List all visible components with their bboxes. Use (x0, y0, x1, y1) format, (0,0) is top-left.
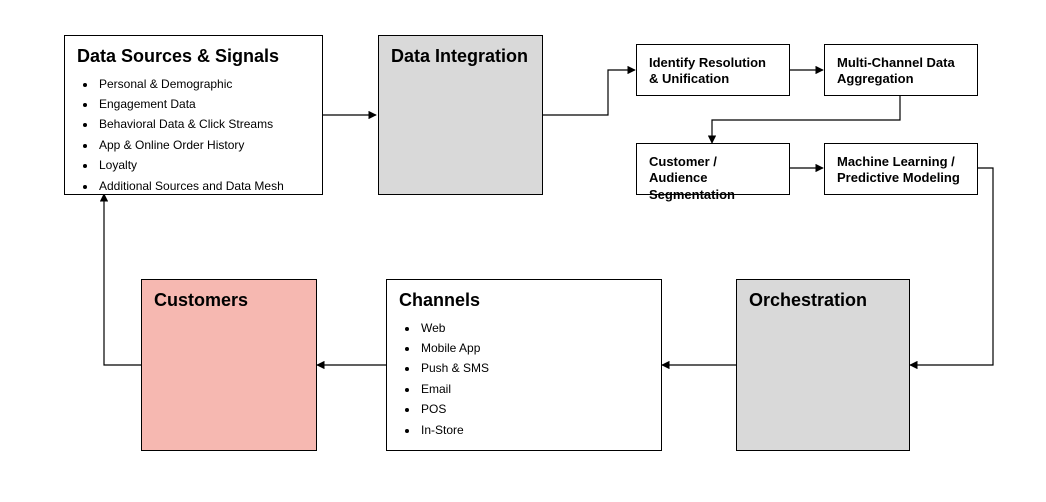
title-data-sources: Data Sources & Signals (77, 46, 310, 68)
arrow-integration-to-identify (543, 70, 635, 115)
title-ml-predictive: Machine Learning / Predictive Modeling (837, 154, 965, 187)
box-identify-resolution: Identify Resolution & Unification (636, 44, 790, 96)
list-item: Push & SMS (419, 358, 649, 378)
list-item: Engagement Data (97, 94, 310, 114)
list-item: Loyalty (97, 155, 310, 175)
list-item: Additional Sources and Data Mesh (97, 176, 310, 196)
arrow-multichannel-to-segmentation (712, 96, 900, 143)
box-multichannel: Multi-Channel Data Aggregation (824, 44, 978, 96)
title-data-integration: Data Integration (391, 46, 530, 68)
title-identify-resolution: Identify Resolution & Unification (649, 55, 777, 88)
list-channels: Web Mobile App Push & SMS Email POS In-S… (399, 318, 649, 440)
box-ml-predictive: Machine Learning / Predictive Modeling (824, 143, 978, 195)
title-segmentation: Customer / Audience Segmentation (649, 154, 777, 203)
list-item: POS (419, 399, 649, 419)
arrow-customers-to-sources (104, 194, 141, 365)
box-orchestration: Orchestration (736, 279, 910, 451)
list-item: Mobile App (419, 338, 649, 358)
box-data-integration: Data Integration (378, 35, 543, 195)
list-item: App & Online Order History (97, 135, 310, 155)
list-item: Behavioral Data & Click Streams (97, 114, 310, 134)
list-item: Email (419, 379, 649, 399)
diagram-canvas: Data Sources & Signals Personal & Demogr… (0, 0, 1046, 502)
arrow-ml-to-orchestration (910, 168, 993, 365)
box-channels: Channels Web Mobile App Push & SMS Email… (386, 279, 662, 451)
list-data-sources: Personal & Demographic Engagement Data B… (77, 74, 310, 196)
box-data-sources: Data Sources & Signals Personal & Demogr… (64, 35, 323, 195)
list-item: Web (419, 318, 649, 338)
title-multichannel: Multi-Channel Data Aggregation (837, 55, 965, 88)
list-item: Personal & Demographic (97, 74, 310, 94)
list-item: In-Store (419, 420, 649, 440)
box-segmentation: Customer / Audience Segmentation (636, 143, 790, 195)
title-customers: Customers (154, 290, 304, 312)
box-customers: Customers (141, 279, 317, 451)
title-channels: Channels (399, 290, 649, 312)
title-orchestration: Orchestration (749, 290, 897, 312)
